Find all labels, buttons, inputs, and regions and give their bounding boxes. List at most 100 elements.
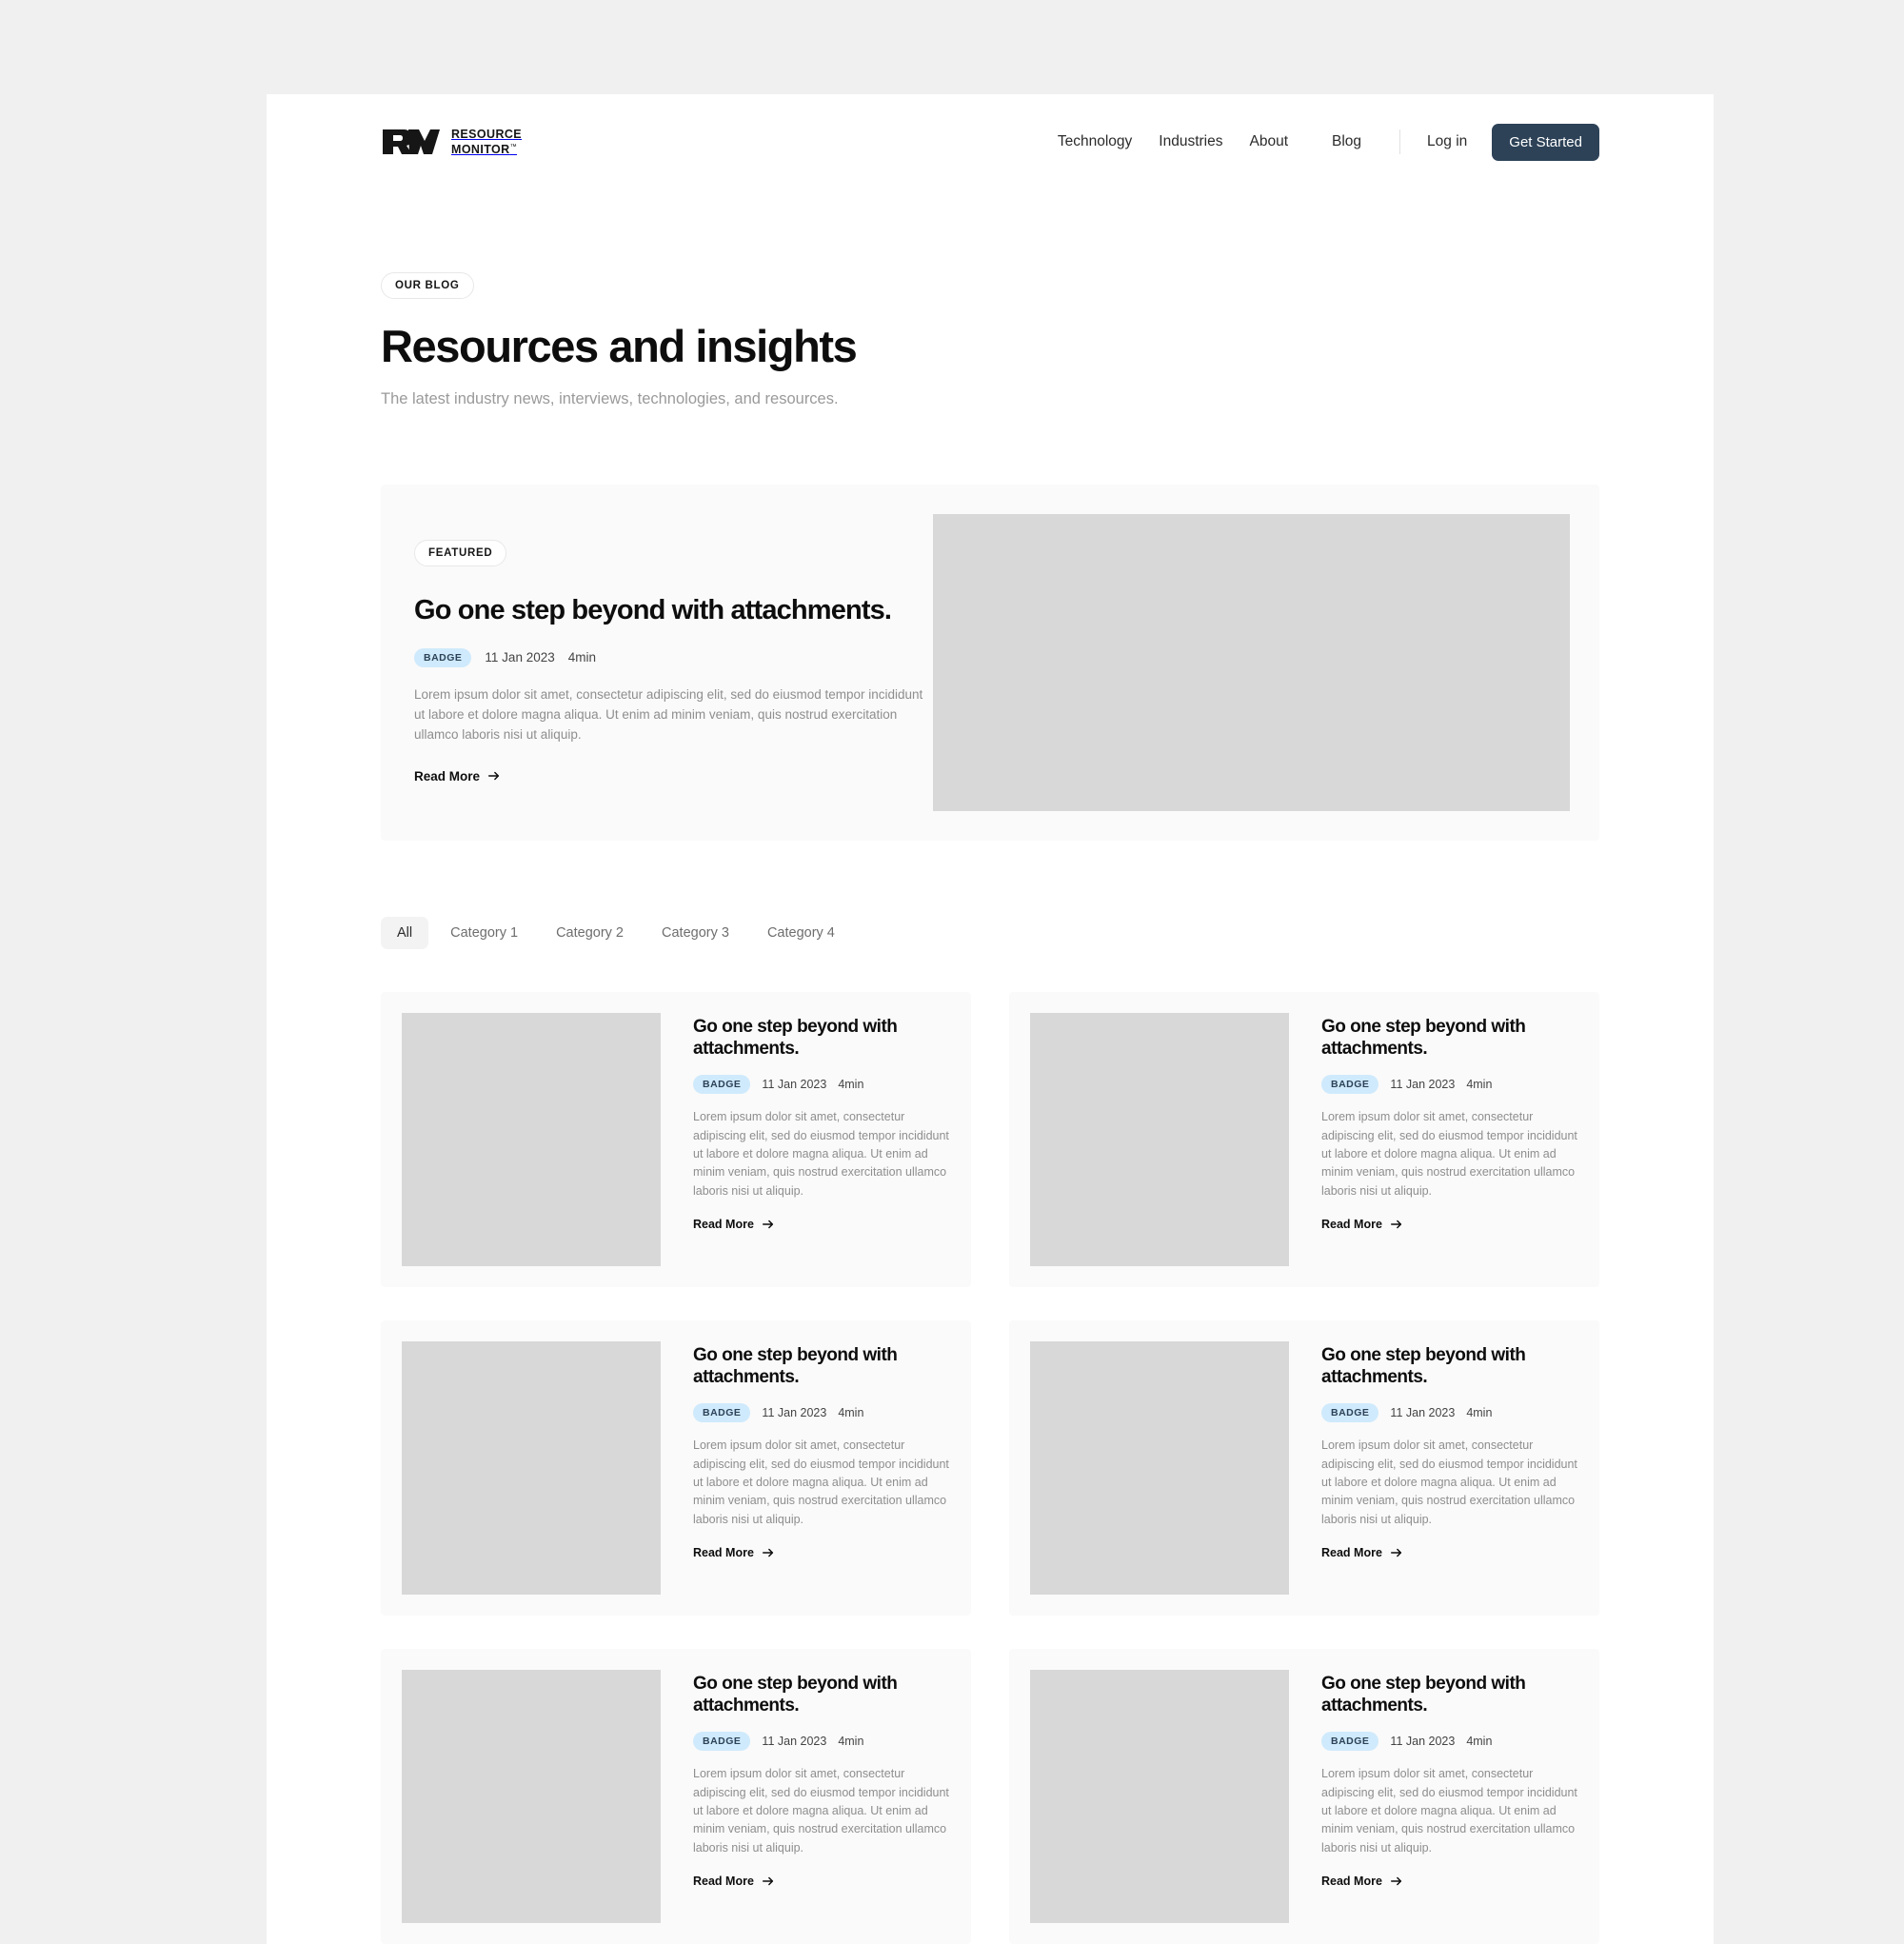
post-read-more-label: Read More bbox=[693, 1546, 754, 1560]
post-date: 11 Jan 2023 bbox=[762, 1078, 827, 1092]
post-card[interactable]: Go one step beyond with attachments. BAD… bbox=[1009, 991, 1599, 1287]
post-date: 11 Jan 2023 bbox=[762, 1735, 827, 1749]
post-title: Go one step beyond with attachments. bbox=[693, 1673, 898, 1716]
post-image-placeholder bbox=[402, 1340, 661, 1595]
site-header: RESOURCE MONITOR™ Technology Industries … bbox=[267, 94, 1714, 189]
post-date: 11 Jan 2023 bbox=[762, 1406, 827, 1420]
featured-read-time: 4min bbox=[567, 650, 597, 665]
post-title: Go one step beyond with attachments. bbox=[693, 1016, 898, 1059]
post-read-more-label: Read More bbox=[1321, 1546, 1382, 1560]
post-meta: BADGE 11 Jan 2023 4min bbox=[693, 1403, 950, 1423]
post-date: 11 Jan 2023 bbox=[1390, 1406, 1456, 1420]
featured-image-placeholder bbox=[933, 514, 1570, 811]
featured-title: Go one step beyond with attachments. bbox=[414, 595, 892, 626]
post-read-more-link[interactable]: Read More bbox=[693, 1546, 775, 1559]
post-card-body: Go one step beyond with attachments. BAD… bbox=[693, 1670, 950, 1923]
page-container: RESOURCE MONITOR™ Technology Industries … bbox=[267, 94, 1714, 1944]
post-meta: BADGE 11 Jan 2023 4min bbox=[1321, 1403, 1578, 1423]
trademark-symbol: ™ bbox=[509, 143, 518, 150]
post-meta: BADGE 11 Jan 2023 4min bbox=[693, 1732, 950, 1752]
post-read-more-link[interactable]: Read More bbox=[1321, 1546, 1403, 1559]
featured-read-more-link[interactable]: Read More bbox=[414, 769, 501, 784]
arrow-right-icon bbox=[762, 1218, 775, 1231]
rm-monogram-icon bbox=[381, 126, 440, 158]
post-date: 11 Jan 2023 bbox=[1390, 1078, 1456, 1092]
nav-link-about[interactable]: About bbox=[1237, 133, 1302, 150]
post-read-time: 4min bbox=[838, 1735, 864, 1749]
arrow-right-icon bbox=[1390, 1875, 1403, 1888]
post-image-placeholder bbox=[1030, 1012, 1289, 1266]
post-read-time: 4min bbox=[1466, 1406, 1493, 1420]
post-badge: BADGE bbox=[1321, 1732, 1379, 1752]
post-badge: BADGE bbox=[693, 1075, 751, 1095]
post-description: Lorem ipsum dolor sit amet, consectetur … bbox=[693, 1767, 949, 1855]
post-card[interactable]: Go one step beyond with attachments. BAD… bbox=[1009, 1648, 1599, 1944]
eyebrow-badge: OUR BLOG bbox=[381, 272, 474, 299]
post-card-body: Go one step beyond with attachments. BAD… bbox=[1321, 1670, 1578, 1923]
brand-logo[interactable]: RESOURCE MONITOR™ bbox=[381, 126, 522, 158]
post-meta: BADGE 11 Jan 2023 4min bbox=[1321, 1075, 1578, 1095]
login-link[interactable]: Log in bbox=[1414, 133, 1480, 150]
featured-meta: BADGE 11 Jan 2023 4min bbox=[414, 647, 933, 667]
post-title: Go one step beyond with attachments. bbox=[1321, 1673, 1526, 1716]
post-image-placeholder bbox=[402, 1669, 661, 1923]
arrow-right-icon bbox=[1390, 1546, 1403, 1559]
post-grid: Go one step beyond with attachments. BAD… bbox=[381, 991, 1599, 1944]
brand-name: RESOURCE MONITOR™ bbox=[451, 128, 522, 156]
nav-link-blog[interactable]: Blog bbox=[1319, 133, 1375, 150]
post-card-body: Go one step beyond with attachments. BAD… bbox=[1321, 1341, 1578, 1595]
category-tabs: All Category 1 Category 2 Category 3 Cat… bbox=[381, 916, 1599, 949]
post-description: Lorem ipsum dolor sit amet, consectetur … bbox=[1321, 1767, 1577, 1855]
post-read-more-link[interactable]: Read More bbox=[1321, 1875, 1403, 1888]
featured-badge: BADGE bbox=[414, 647, 472, 667]
post-description: Lorem ipsum dolor sit amet, consectetur … bbox=[693, 1438, 949, 1526]
post-description: Lorem ipsum dolor sit amet, consectetur … bbox=[1321, 1110, 1577, 1198]
arrow-right-icon bbox=[1390, 1218, 1403, 1231]
tab-category-1[interactable]: Category 1 bbox=[434, 917, 534, 949]
post-read-more-link[interactable]: Read More bbox=[693, 1218, 775, 1231]
post-image-placeholder bbox=[402, 1012, 661, 1266]
get-started-button[interactable]: Get Started bbox=[1492, 123, 1599, 161]
post-title: Go one step beyond with attachments. bbox=[1321, 1016, 1526, 1059]
featured-read-more-label: Read More bbox=[414, 768, 481, 784]
post-read-time: 4min bbox=[838, 1406, 864, 1420]
post-badge: BADGE bbox=[1321, 1403, 1379, 1423]
post-title: Go one step beyond with attachments. bbox=[1321, 1344, 1526, 1387]
post-date: 11 Jan 2023 bbox=[1390, 1735, 1456, 1749]
tab-category-2[interactable]: Category 2 bbox=[540, 917, 640, 949]
post-card[interactable]: Go one step beyond with attachments. BAD… bbox=[381, 1648, 971, 1944]
post-read-more-link[interactable]: Read More bbox=[1321, 1218, 1403, 1231]
post-read-more-label: Read More bbox=[1321, 1875, 1382, 1889]
post-image-placeholder bbox=[1030, 1669, 1289, 1923]
arrow-right-icon bbox=[762, 1546, 775, 1559]
nav-divider bbox=[1399, 129, 1401, 154]
post-card[interactable]: Go one step beyond with attachments. BAD… bbox=[1009, 1319, 1599, 1616]
nav-link-industries[interactable]: Industries bbox=[1145, 133, 1236, 150]
post-read-more-link[interactable]: Read More bbox=[693, 1875, 775, 1888]
tab-category-3[interactable]: Category 3 bbox=[645, 917, 745, 949]
featured-post[interactable]: FEATURED Go one step beyond with attachm… bbox=[381, 485, 1599, 841]
featured-date: 11 Jan 2023 bbox=[485, 650, 555, 665]
post-meta: BADGE 11 Jan 2023 4min bbox=[693, 1075, 950, 1095]
featured-body: FEATURED Go one step beyond with attachm… bbox=[381, 485, 933, 840]
tab-category-4[interactable]: Category 4 bbox=[751, 917, 851, 949]
tab-all[interactable]: All bbox=[381, 916, 429, 949]
post-read-time: 4min bbox=[1466, 1078, 1493, 1092]
arrow-right-icon bbox=[762, 1875, 775, 1888]
post-card[interactable]: Go one step beyond with attachments. BAD… bbox=[381, 1319, 971, 1616]
post-title: Go one step beyond with attachments. bbox=[693, 1344, 898, 1387]
post-read-more-label: Read More bbox=[1321, 1218, 1382, 1232]
brand-name-line1: RESOURCE bbox=[451, 127, 523, 141]
post-card[interactable]: Go one step beyond with attachments. BAD… bbox=[381, 991, 971, 1287]
post-card-body: Go one step beyond with attachments. BAD… bbox=[693, 1013, 950, 1266]
post-read-time: 4min bbox=[1466, 1735, 1493, 1749]
nav-link-technology[interactable]: Technology bbox=[1044, 133, 1145, 150]
post-meta: BADGE 11 Jan 2023 4min bbox=[1321, 1732, 1578, 1752]
post-description: Lorem ipsum dolor sit amet, consectetur … bbox=[693, 1110, 949, 1198]
hero-section: OUR BLOG Resources and insights The late… bbox=[267, 189, 1714, 408]
post-read-more-label: Read More bbox=[693, 1875, 754, 1889]
post-card-body: Go one step beyond with attachments. BAD… bbox=[1321, 1013, 1578, 1266]
post-description: Lorem ipsum dolor sit amet, consectetur … bbox=[1321, 1438, 1577, 1526]
featured-description: Lorem ipsum dolor sit amet, consectetur … bbox=[414, 686, 923, 742]
post-read-time: 4min bbox=[838, 1078, 864, 1092]
